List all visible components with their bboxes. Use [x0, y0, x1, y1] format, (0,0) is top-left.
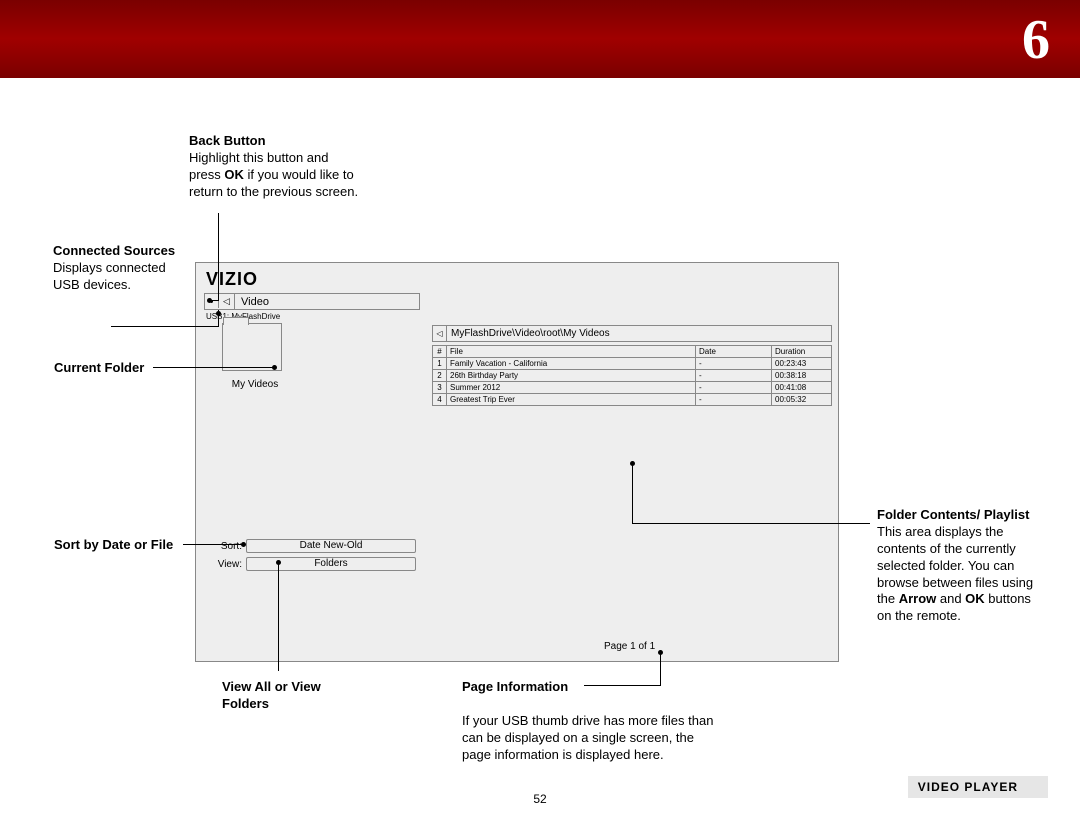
- logo: VIZIO: [206, 269, 258, 290]
- leader-dot: [658, 650, 663, 655]
- leader: [632, 463, 633, 523]
- view-value[interactable]: Folders: [246, 557, 416, 571]
- view-row[interactable]: View: Folders: [206, 557, 416, 571]
- leader-dot: [216, 311, 221, 316]
- callout-sort: Sort by Date or File: [54, 537, 194, 554]
- section-tab[interactable]: • ◁ Video: [204, 293, 420, 310]
- sort-row[interactable]: Sort: Date New-Old: [206, 539, 416, 553]
- back-arrow-icon[interactable]: ◁: [219, 294, 235, 309]
- file-table: # File Date Duration 1Family Vacation - …: [432, 345, 832, 406]
- leader-dot: [630, 461, 635, 466]
- path-row[interactable]: ◁ MyFlashDrive\Video\root\My Videos: [432, 325, 832, 342]
- leader: [183, 544, 243, 545]
- chapter-number: 6: [1022, 8, 1050, 72]
- path-back-icon[interactable]: ◁: [433, 326, 447, 341]
- left-panel: VIZIO • ◁ Video USB1: MyFlashDrive My Vi…: [196, 263, 428, 661]
- callout-view: View All or View Folders: [222, 679, 332, 713]
- leader-dot: [241, 542, 246, 547]
- callout-page: Page Information If your USB thumb drive…: [462, 679, 722, 763]
- table-row[interactable]: 1Family Vacation - California-00:23:43: [433, 358, 832, 370]
- table-row[interactable]: 226th Birthday Party-00:38:18: [433, 370, 832, 382]
- folder-name: My Videos: [220, 379, 290, 390]
- view-label: View:: [206, 559, 246, 570]
- leader: [209, 300, 219, 301]
- leader: [660, 652, 661, 685]
- section-badge: VIDEO PLAYER: [908, 776, 1048, 798]
- table-row[interactable]: 3Summer 2012-00:41:08: [433, 382, 832, 394]
- page-info: Page 1 of 1: [604, 641, 655, 652]
- sort-label: Sort:: [206, 541, 246, 552]
- header-bar: 6: [0, 0, 1080, 78]
- leader: [278, 562, 279, 572]
- callout-sources: Connected Sources Displays connected USB…: [53, 243, 183, 294]
- leader: [111, 326, 219, 327]
- folder-icon[interactable]: [222, 323, 282, 371]
- leader: [584, 685, 661, 686]
- section-label: Video: [235, 296, 269, 308]
- callout-current-folder: Current Folder: [54, 360, 174, 377]
- leader-dot: [272, 365, 277, 370]
- tv-screen: VIZIO • ◁ Video USB1: MyFlashDrive My Vi…: [195, 262, 839, 662]
- table-row[interactable]: 4Greatest Trip Ever-00:05:32: [433, 394, 832, 406]
- sort-value[interactable]: Date New-Old: [246, 539, 416, 553]
- table-header: # File Date Duration: [433, 346, 832, 358]
- leader: [278, 572, 279, 671]
- leader: [153, 367, 274, 368]
- leader: [632, 523, 870, 524]
- callout-back: Back Button Highlight this button and pr…: [189, 133, 359, 201]
- leader: [218, 213, 219, 300]
- callout-contents: Folder Contents/ Playlist This area disp…: [877, 507, 1037, 625]
- path-text: MyFlashDrive\Video\root\My Videos: [447, 328, 610, 339]
